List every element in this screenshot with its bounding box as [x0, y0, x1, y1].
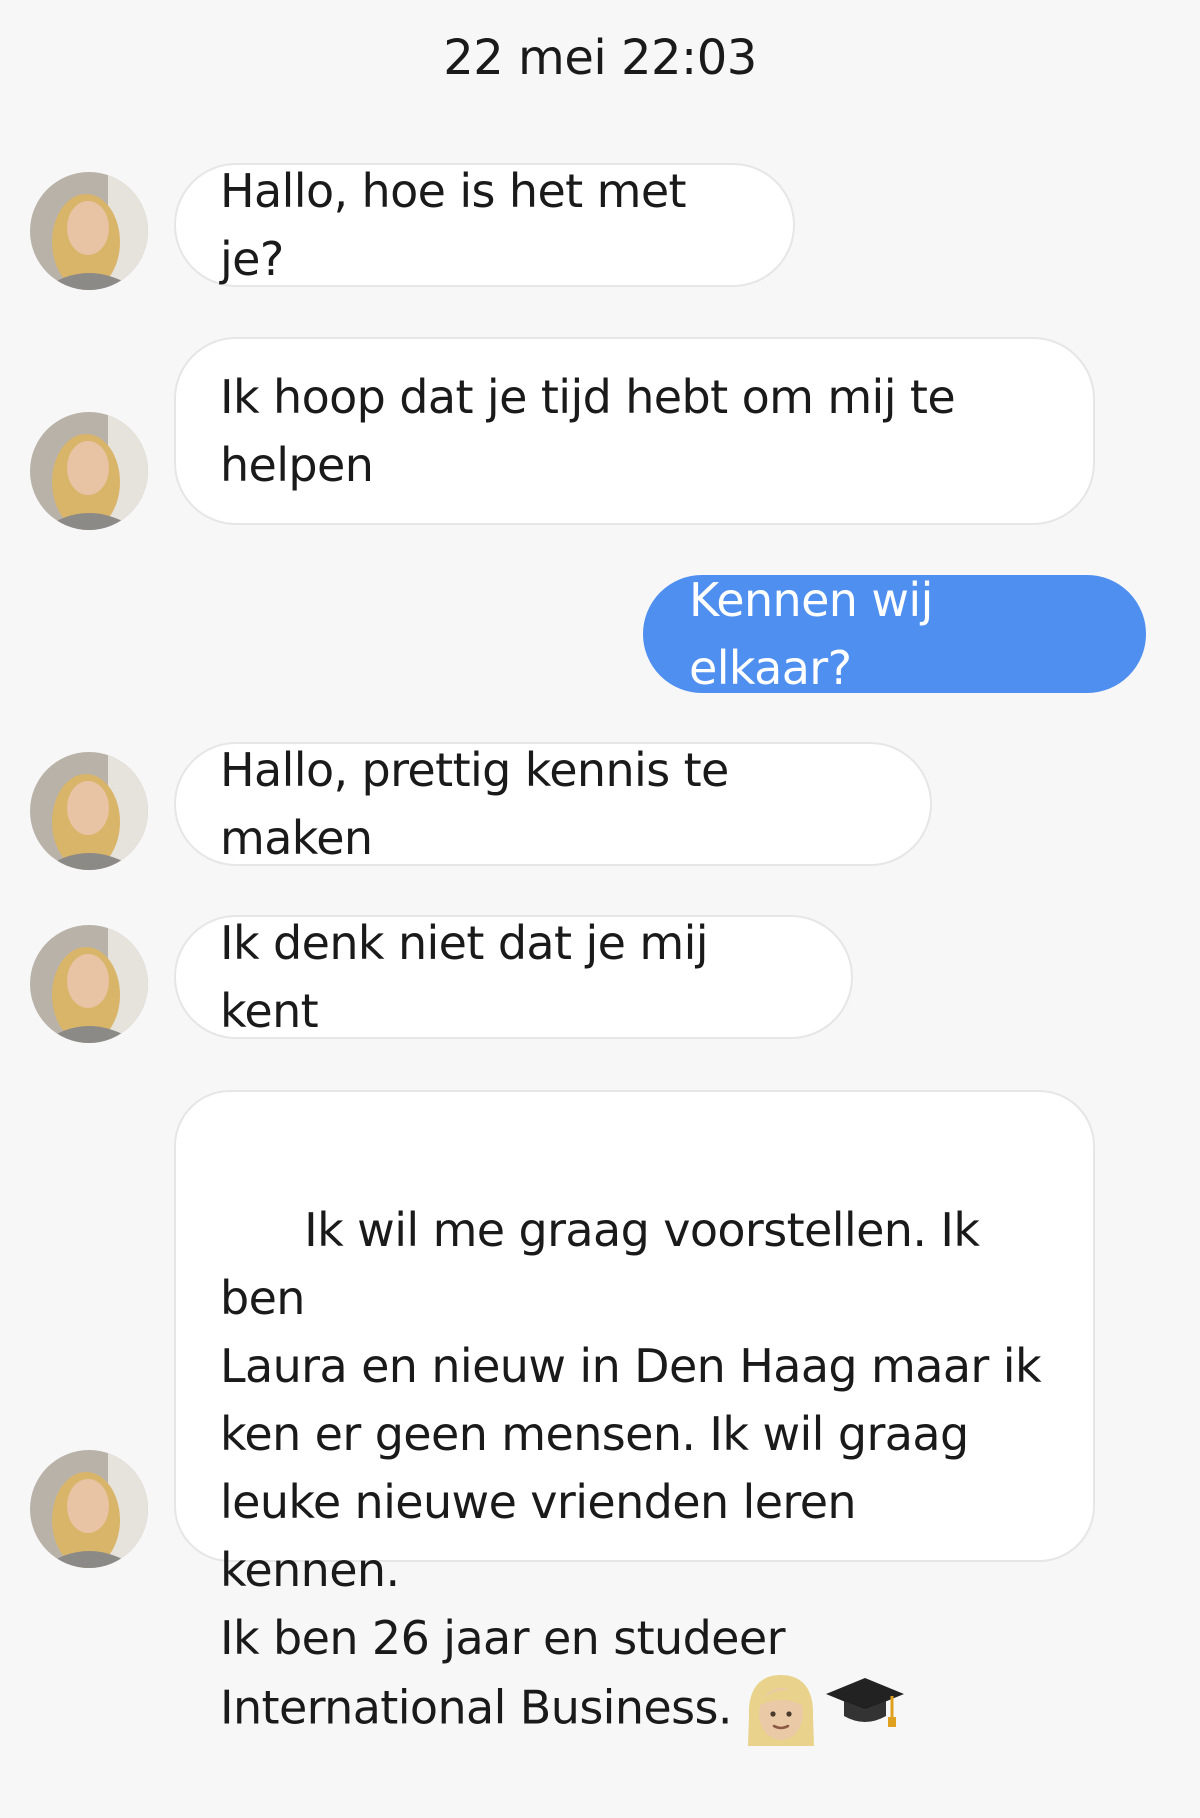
message-text: Ik denk niet dat je mij kent — [220, 916, 722, 1038]
avatar[interactable] — [30, 925, 148, 1043]
message-bubble[interactable]: Ik hoop dat je tijd hebt om mij te helpe… — [174, 337, 1095, 525]
message-text: Hallo, prettig kennis te maken — [220, 743, 743, 865]
message-text: Hallo, hoe is het met je? — [220, 164, 701, 286]
message-bubble[interactable]: Hallo, hoe is het met je? — [174, 163, 795, 287]
message-timestamp: 22 mei 22:03 — [443, 30, 757, 86]
emoji-group — [742, 1672, 906, 1750]
avatar[interactable] — [30, 752, 148, 870]
message-bubble[interactable]: Ik denk niet dat je mij kent — [174, 915, 853, 1039]
avatar-photo-icon — [30, 925, 148, 1043]
outgoing-message-bubble[interactable]: Kennen wij elkaar? — [643, 573, 1146, 695]
avatar-photo-icon — [30, 412, 148, 530]
message-text: Kennen wij elkaar? — [689, 573, 947, 695]
message-text: Ik wil me graag voorstellen. Ik ben Laur… — [220, 1203, 1042, 1735]
message-bubble[interactable]: Ik wil me graag voorstellen. Ik ben Laur… — [174, 1090, 1095, 1746]
avatar[interactable] — [30, 1450, 148, 1568]
message-content: Ik wil me graag voorstellen. Ik ben Laur… — [220, 1128, 1049, 1818]
message-bubble[interactable]: Hallo, prettig kennis te maken — [174, 742, 932, 866]
message-text: Ik hoop dat je tijd hebt om mij te helpe… — [220, 370, 956, 492]
avatar-photo-icon — [30, 1450, 148, 1568]
avatar-photo-icon — [30, 752, 148, 870]
graduation-cap-icon — [825, 1678, 904, 1727]
avatar[interactable] — [30, 172, 148, 290]
avatar-photo-icon — [30, 172, 148, 290]
woman-blonde-emoji-icon — [747, 1675, 814, 1746]
avatar[interactable] — [30, 412, 148, 530]
